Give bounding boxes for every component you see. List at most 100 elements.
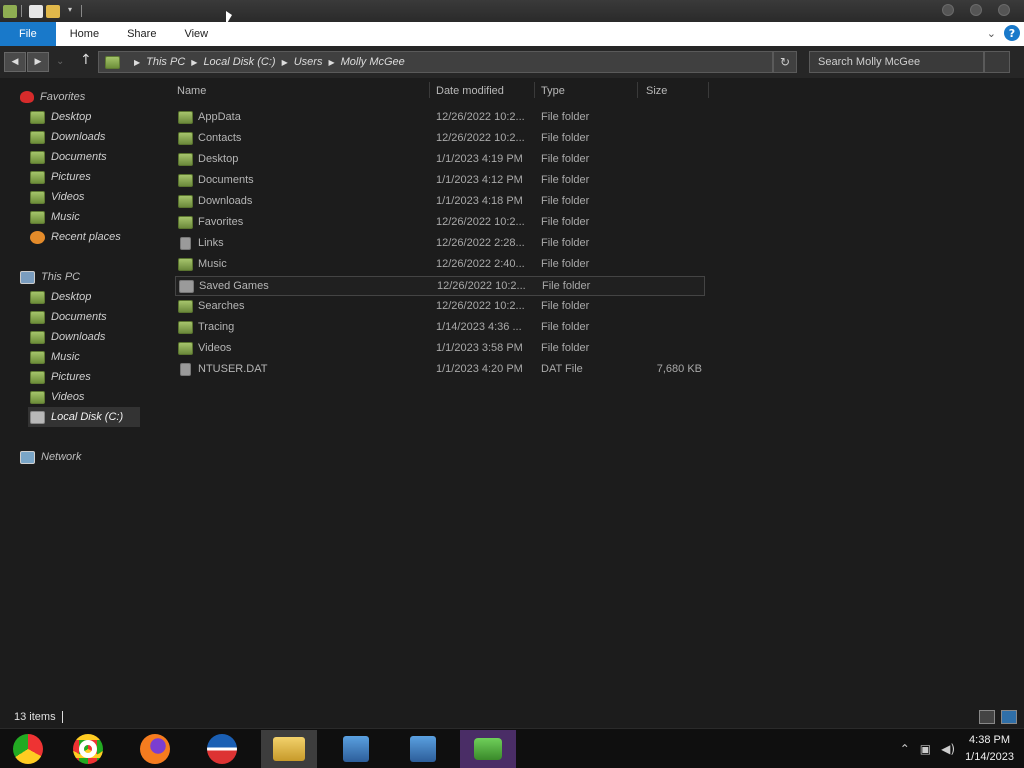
taskbar-app-setup-1[interactable] [328,730,384,768]
breadcrumb-separator[interactable]: ▶ [328,58,334,67]
nav-fav-desktop[interactable]: Desktop [30,107,91,127]
file-list: Name Date modified Type Size AppData 12/… [170,80,715,380]
taskbar-app-people[interactable] [460,730,516,768]
column-header-size[interactable]: Size [646,82,667,100]
help-icon[interactable]: ? [1004,25,1020,41]
nav-pc-pictures[interactable]: Pictures [30,367,91,387]
nav-network[interactable]: Network [20,447,81,467]
file-row[interactable]: AppData 12/26/2022 10:2... File folder [175,108,705,128]
column-divider[interactable] [637,82,638,98]
nav-favorites[interactable]: Favorites [20,87,85,107]
taskbar-app-firefox[interactable] [127,730,183,768]
column-header-type[interactable]: Type [541,82,565,100]
taskbar-app-chrome-os[interactable] [0,730,56,768]
toolbar-separator [21,5,22,17]
pictures-icon [30,370,45,384]
nav-item-label: Desktop [51,111,92,123]
breadcrumb-separator[interactable]: ▶ [134,58,140,67]
nav-fav-videos[interactable]: Videos [30,187,84,207]
nav-fav-music[interactable]: Music [30,207,80,227]
file-row[interactable]: Favorites 12/26/2022 10:2... File folder [175,213,705,233]
customize-quick-access-icon[interactable]: ▾ [63,5,77,18]
file-type: DAT File [541,363,583,375]
tab-view[interactable]: View [170,22,222,46]
search-input[interactable] [809,51,984,73]
file-row[interactable]: NTUSER.DAT 1/1/2023 4:20 PM DAT File 7,6… [175,360,705,380]
file-date: 1/14/2023 4:36 ... [436,321,522,333]
file-row[interactable]: Saved Games 12/26/2022 10:2... File fold… [175,276,705,296]
nav-item-label: Downloads [51,331,106,343]
nav-pc-downloads[interactable]: Downloads [30,327,105,347]
taskbar-app-file-explorer[interactable] [261,730,317,768]
file-type: File folder [541,195,590,207]
file-name: AppData [198,111,241,123]
column-header-date[interactable]: Date modified [436,82,504,100]
taskbar-app-setup-2[interactable] [395,730,451,768]
properties-icon[interactable] [29,4,43,18]
file-row[interactable]: Downloads 1/1/2023 4:18 PM File folder [175,192,705,212]
nav-pc-desktop[interactable]: Desktop [30,287,91,307]
recent-locations-icon[interactable]: ⌄ [56,56,64,67]
back-button[interactable]: ◀ [4,52,26,72]
nav-fav-pictures[interactable]: Pictures [30,167,91,187]
nav-pc-local-disk[interactable]: Local Disk (C:) [28,407,140,427]
nav-fav-documents[interactable]: Documents [30,147,107,167]
minimize-button[interactable] [942,4,954,16]
column-divider[interactable] [708,82,709,98]
explorer-icon[interactable] [3,4,17,18]
volume-icon[interactable]: ◀) [941,742,955,756]
file-date: 12/26/2022 10:2... [437,280,526,292]
maximize-button[interactable] [970,4,982,16]
refresh-button[interactable]: ↻ [773,51,797,73]
nav-pc-music[interactable]: Music [30,347,80,367]
expand-ribbon-icon[interactable]: ⌄ [987,27,996,40]
search-icon[interactable] [984,51,1010,73]
links-icon [180,237,191,250]
file-row[interactable]: Music 12/26/2022 2:40... File folder [175,255,705,275]
file-date: 12/26/2022 2:28... [436,237,525,249]
up-arrow-icon[interactable]: ↑ [80,52,92,68]
nav-fav-recent-places[interactable]: Recent places [30,227,121,247]
clock[interactable]: 4:38 PM 1/14/2023 [965,732,1014,766]
file-row[interactable]: Desktop 1/1/2023 4:19 PM File folder [175,150,705,170]
details-view-icon[interactable] [979,710,995,724]
taskbar-app-chrome[interactable] [60,730,116,768]
network-status-icon[interactable]: ▣ [920,742,931,756]
breadcrumb-current[interactable]: Molly McGee [341,56,405,68]
tab-file[interactable]: File [0,22,56,46]
breadcrumb-local-disk[interactable]: Local Disk (C:) [203,56,275,68]
show-hidden-icons-chevron-icon[interactable]: ⌃ [900,742,910,756]
forward-button[interactable]: ▶ [27,52,49,72]
column-divider[interactable] [429,82,430,98]
file-row[interactable]: Videos 1/1/2023 3:58 PM File folder [175,339,705,359]
large-icons-view-icon[interactable] [1001,710,1017,724]
address-bar[interactable]: ▶ This PC ▶ Local Disk (C:) ▶ Users ▶ Mo… [98,51,773,73]
nav-pc-documents[interactable]: Documents [30,307,107,327]
close-button[interactable] [998,4,1010,16]
taskbar-app-obama-logo[interactable] [194,730,250,768]
file-row[interactable]: Contacts 12/26/2022 10:2... File folder [175,129,705,149]
file-row[interactable]: Documents 1/1/2023 4:12 PM File folder [175,171,705,191]
file-row[interactable]: Links 12/26/2022 2:28... File folder [175,234,705,254]
column-header-name[interactable]: Name [177,82,206,100]
tab-home[interactable]: Home [56,22,113,46]
breadcrumb-users[interactable]: Users [294,56,323,68]
file-row[interactable]: Tracing 1/14/2023 4:36 ... File folder [175,318,705,338]
hard-drive-icon [30,410,45,424]
nav-fav-downloads[interactable]: Downloads [30,127,105,147]
breadcrumb-separator[interactable]: ▶ [282,58,288,67]
setup-icon [410,736,436,762]
column-divider[interactable] [534,82,535,98]
nav-this-pc[interactable]: This PC [20,267,80,287]
nav-item-label: Desktop [51,291,92,303]
nav-group-label: Favorites [40,91,86,103]
documents-icon [178,174,193,187]
nav-item-label: Documents [51,311,107,323]
nav-pc-videos[interactable]: Videos [30,387,84,407]
breadcrumb-separator[interactable]: ▶ [191,58,197,67]
tab-share[interactable]: Share [113,22,170,46]
documents-icon [30,150,45,164]
new-folder-icon[interactable] [46,4,60,18]
file-row[interactable]: Searches 12/26/2022 10:2... File folder [175,297,705,317]
breadcrumb-this-pc[interactable]: This PC [146,56,185,68]
